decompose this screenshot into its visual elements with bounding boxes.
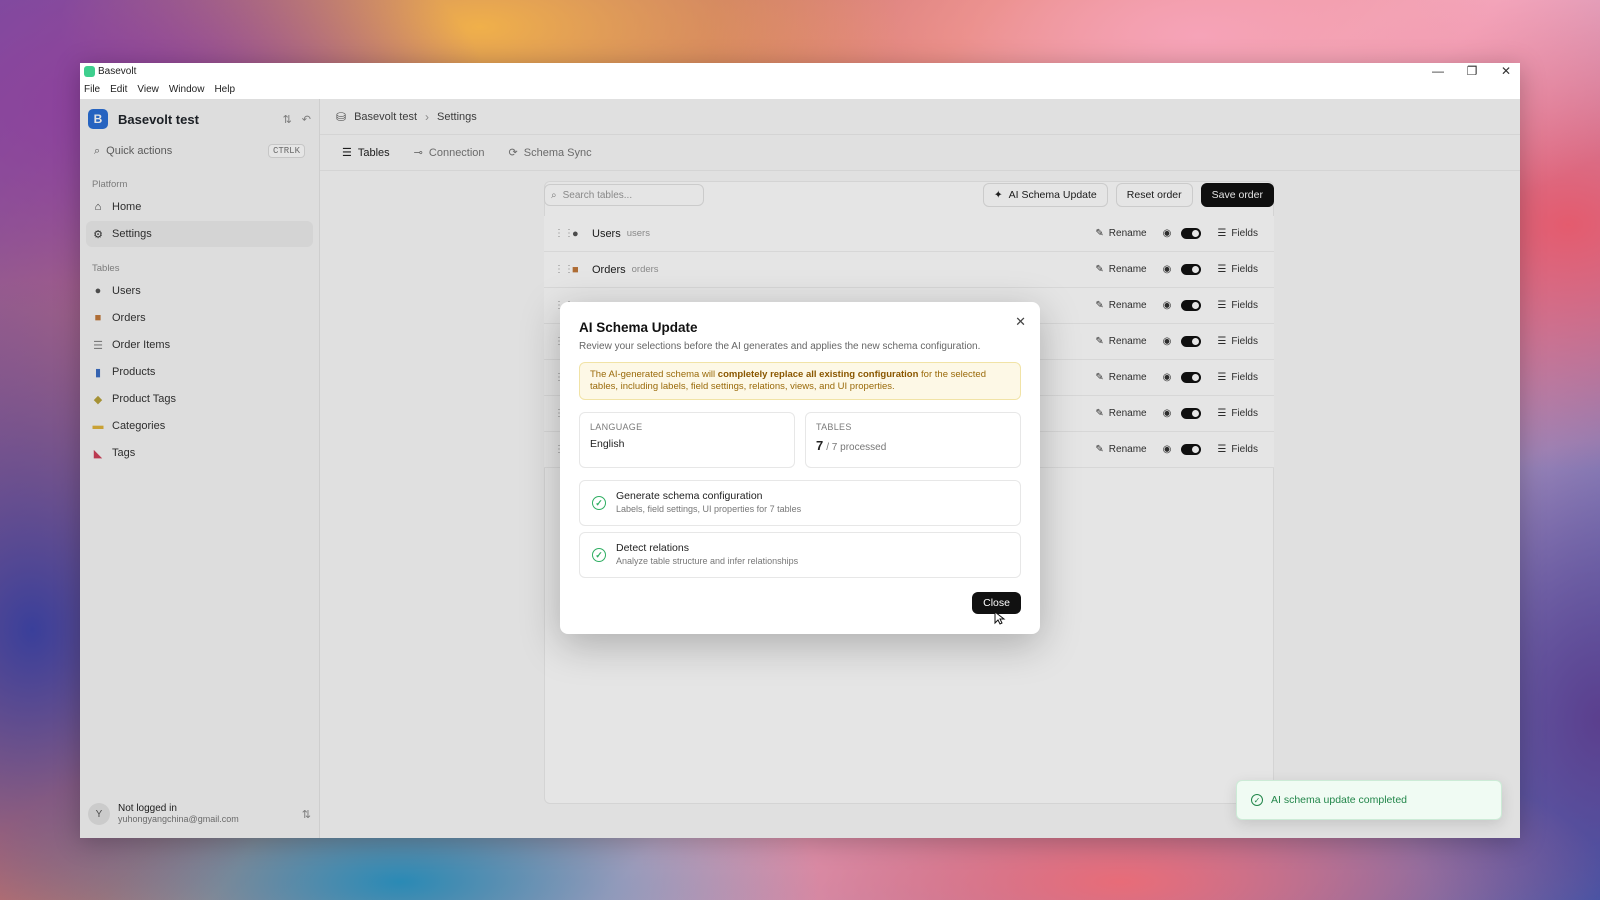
warning-banner: The AI-generated schema will completely … [579,362,1021,400]
minimize-button[interactable]: — [1432,63,1444,79]
close-icon[interactable]: ✕ [1015,314,1026,330]
step-subtitle: Analyze table structure and infer relati… [616,556,799,566]
step-detect-relations: ✓ Detect relations Analyze table structu… [579,532,1021,578]
step-title: Generate schema configuration [616,490,763,502]
ai-schema-update-dialog: ✕ AI Schema Update Review your selection… [560,302,1040,634]
mouse-cursor-icon [994,611,1006,625]
check-circle-icon: ✓ [592,548,606,562]
app-logo-icon [84,65,95,77]
toast-message: AI schema update completed [1271,794,1407,806]
dialog-description: Review your selections before the AI gen… [579,341,981,352]
title-bar: Basevolt — ❐ ✕ [80,63,1520,79]
window-close-button[interactable]: ✕ [1500,63,1512,79]
language-value: English [590,438,625,450]
warning-text-pre: The AI-generated schema will [590,369,718,380]
language-card: LANGUAGE English [579,412,795,468]
language-label: LANGUAGE [590,422,643,432]
tables-count: 7 [816,438,824,453]
summary-stats: LANGUAGE English TABLES 7/ 7 processed [579,412,1021,468]
check-circle-icon: ✓ [592,496,606,510]
menu-edit[interactable]: Edit [110,84,127,95]
tables-label: TABLES [816,422,852,432]
menu-bar: File Edit View Window Help [80,79,1520,99]
window-controls: — ❐ ✕ [1432,63,1512,79]
tables-card: TABLES 7/ 7 processed [805,412,1021,468]
check-circle-icon: ✓ [1251,794,1263,806]
menu-view[interactable]: View [137,84,159,95]
window-title: Basevolt [98,65,137,77]
tables-processed: / 7 processed [826,442,887,453]
step-subtitle: Labels, field settings, UI properties fo… [616,504,802,514]
restore-button[interactable]: ❐ [1466,63,1478,79]
step-generate-schema: ✓ Generate schema configuration Labels, … [579,480,1021,526]
menu-help[interactable]: Help [214,84,235,95]
dialog-title: AI Schema Update [579,320,698,335]
success-toast: ✓ AI schema update completed [1236,780,1502,820]
step-title: Detect relations [616,542,689,554]
warning-text-bold: completely replace all existing configur… [717,369,919,380]
menu-window[interactable]: Window [169,84,205,95]
menu-file[interactable]: File [84,84,100,95]
